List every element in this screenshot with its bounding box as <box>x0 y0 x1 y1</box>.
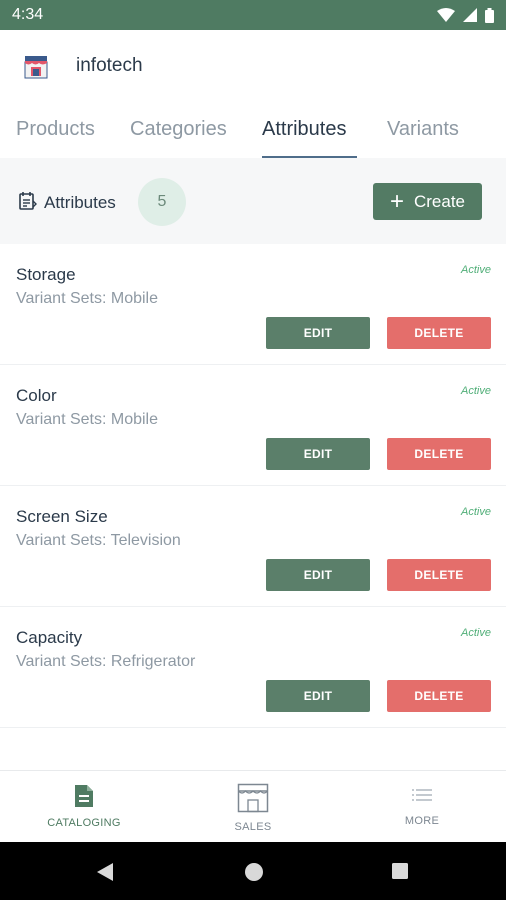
status-badge: Active <box>461 385 491 397</box>
store-logo-icon <box>24 56 48 79</box>
tab-attributes[interactable]: Attributes <box>262 118 346 141</box>
nav-cataloging[interactable]: CATALOGING <box>0 771 168 843</box>
attribute-card: Storage Variant Sets: Mobile Active EDIT… <box>0 244 506 365</box>
status-badge: Active <box>461 264 491 276</box>
nav-sales[interactable]: SALES <box>169 771 337 843</box>
status-time: 4:34 <box>12 6 44 23</box>
delete-button[interactable]: DELETE <box>387 559 491 591</box>
attribute-name: Storage <box>16 265 76 284</box>
nav-more-label: MORE <box>404 815 440 827</box>
edit-button[interactable]: EDIT <box>266 559 370 591</box>
attribute-name: Screen Size <box>16 507 108 526</box>
edit-button[interactable]: EDIT <box>266 438 370 470</box>
create-button[interactable]: + Create <box>373 183 482 220</box>
battery-icon <box>485 7 494 23</box>
attributes-toolbar: Attributes 5 + Create <box>0 158 506 244</box>
attribute-name: Capacity <box>16 628 83 647</box>
status-bar: 4:34 <box>0 0 506 30</box>
tab-variants[interactable]: Variants <box>387 118 459 141</box>
tab-products[interactable]: Products <box>16 118 95 141</box>
nav-sales-label: SALES <box>234 821 272 833</box>
store-icon <box>237 783 269 813</box>
system-nav-bar <box>0 842 506 900</box>
app-header: infotech <box>0 30 506 102</box>
edit-button[interactable]: EDIT <box>266 317 370 349</box>
store-name: infotech <box>76 55 143 76</box>
home-icon[interactable] <box>244 862 264 882</box>
attribute-name: Color <box>16 386 57 405</box>
wifi-icon <box>437 8 455 22</box>
delete-button[interactable]: DELETE <box>387 680 491 712</box>
delete-button[interactable]: DELETE <box>387 317 491 349</box>
attributes-icon <box>19 192 37 210</box>
attribute-variant-sets: Variant Sets: Mobile <box>16 290 158 307</box>
attribute-count-badge: 5 <box>138 178 186 226</box>
attribute-card: Capacity Variant Sets: Refrigerator Acti… <box>0 607 506 728</box>
attribute-list: Storage Variant Sets: Mobile Active EDIT… <box>0 244 506 728</box>
tab-categories[interactable]: Categories <box>130 118 227 141</box>
back-icon[interactable] <box>96 862 114 882</box>
attribute-variant-sets: Variant Sets: Mobile <box>16 411 158 428</box>
document-icon <box>75 785 93 807</box>
attributes-label: Attributes <box>44 193 116 212</box>
list-icon <box>412 789 432 801</box>
attribute-card: Screen Size Variant Sets: Television Act… <box>0 486 506 607</box>
status-badge: Active <box>461 627 491 639</box>
edit-button[interactable]: EDIT <box>266 680 370 712</box>
tab-bar: Products Categories Attributes Variants <box>0 102 506 159</box>
create-button-label: Create <box>413 191 466 211</box>
plus-icon: + <box>389 187 404 215</box>
attribute-variant-sets: Variant Sets: Refrigerator <box>16 653 196 670</box>
status-icons <box>437 7 494 23</box>
attribute-variant-sets: Variant Sets: Television <box>16 532 181 549</box>
nav-cataloging-label: CATALOGING <box>47 817 121 829</box>
recents-icon[interactable] <box>391 862 409 880</box>
bottom-nav: CATALOGING SALES MORE <box>0 770 506 842</box>
nav-more[interactable]: MORE <box>338 771 506 843</box>
attribute-card: Color Variant Sets: Mobile Active EDIT D… <box>0 365 506 486</box>
delete-button[interactable]: DELETE <box>387 438 491 470</box>
signal-icon <box>463 8 477 22</box>
status-badge: Active <box>461 506 491 518</box>
